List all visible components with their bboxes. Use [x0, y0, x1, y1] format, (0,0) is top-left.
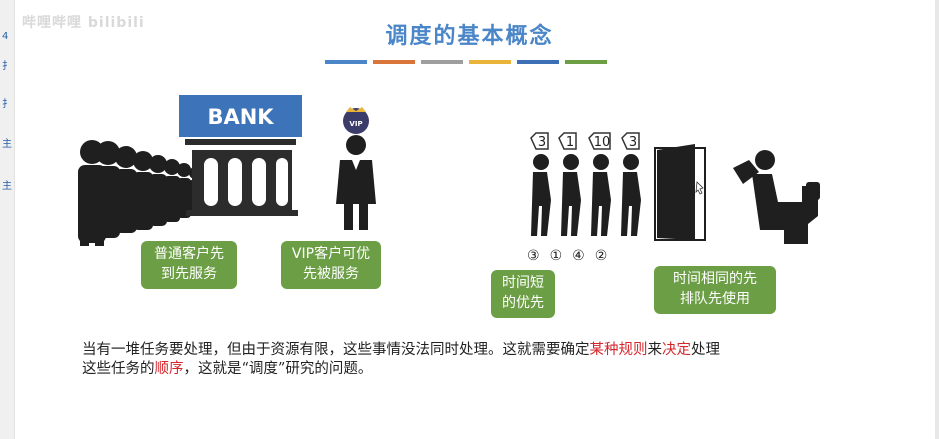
queue-order: ③①④② — [527, 248, 617, 264]
queue-order-num: ③ — [527, 248, 550, 264]
person-icon — [621, 154, 641, 236]
vip-person: VIP — [336, 107, 376, 230]
callout-line: VIP客户可优 — [291, 246, 371, 262]
callout-normal: 普通客户先 到先服务 — [141, 241, 237, 289]
person-icon — [561, 154, 581, 236]
door-icon — [654, 144, 706, 241]
vip-badge-text: VIP — [349, 120, 362, 128]
para-text: 来 — [647, 342, 663, 358]
person-icon — [591, 154, 611, 236]
callout-line: 先被服务 — [303, 266, 359, 282]
callout-line: 排队先使用 — [680, 291, 750, 307]
para-highlight: 决定 — [662, 342, 691, 358]
queue-tag: 10 — [594, 135, 611, 150]
callout-line: 到先服务 — [161, 266, 217, 282]
right-edge-scrollbar[interactable] — [935, 0, 939, 439]
tag-icon — [530, 132, 640, 150]
callout-vip: VIP客户可优 先被服务 — [281, 241, 381, 289]
queue-order-num: ① — [549, 248, 573, 264]
para-highlight: 某种规则 — [589, 342, 648, 358]
toilet-reader-icon — [733, 150, 820, 244]
callout-short: 时间短 的优先 — [491, 270, 555, 318]
queue-tag: 3 — [629, 135, 637, 150]
description-paragraph: 当有一堆任务要处理，但由于资源有限，这些事情没法同时处理。这就需要确定某种规则来… — [82, 341, 882, 379]
number-queue: 3 1 10 3 — [530, 132, 820, 244]
callout-line: 时间相同的先 — [673, 271, 757, 287]
cursor-icon — [695, 181, 704, 195]
queue-order-num: ④ — [572, 248, 595, 264]
para-text: 这些任务的 — [82, 361, 155, 377]
bank-sign-text: BANK — [207, 105, 274, 129]
para-text: ，这就是“调度”研究的问题。 — [183, 361, 373, 377]
queue-order-num: ② — [594, 248, 618, 264]
queue-tag: 1 — [566, 135, 574, 150]
bank-building: BANK — [179, 95, 302, 216]
para-text: 处理 — [691, 342, 720, 358]
person-icon — [78, 140, 106, 246]
person-icon — [531, 154, 551, 236]
queue-tag: 3 — [538, 135, 546, 150]
callout-same: 时间相同的先 排队先使用 — [654, 266, 776, 314]
callout-line: 的优先 — [502, 295, 544, 311]
callout-line: 普通客户先 — [154, 246, 224, 262]
callout-line: 时间短 — [502, 275, 544, 291]
para-text: 当有一堆任务要处理，但由于资源有限，这些事情没法同时处理。这就需要确定 — [82, 342, 590, 358]
para-highlight: 顺序 — [154, 361, 184, 377]
